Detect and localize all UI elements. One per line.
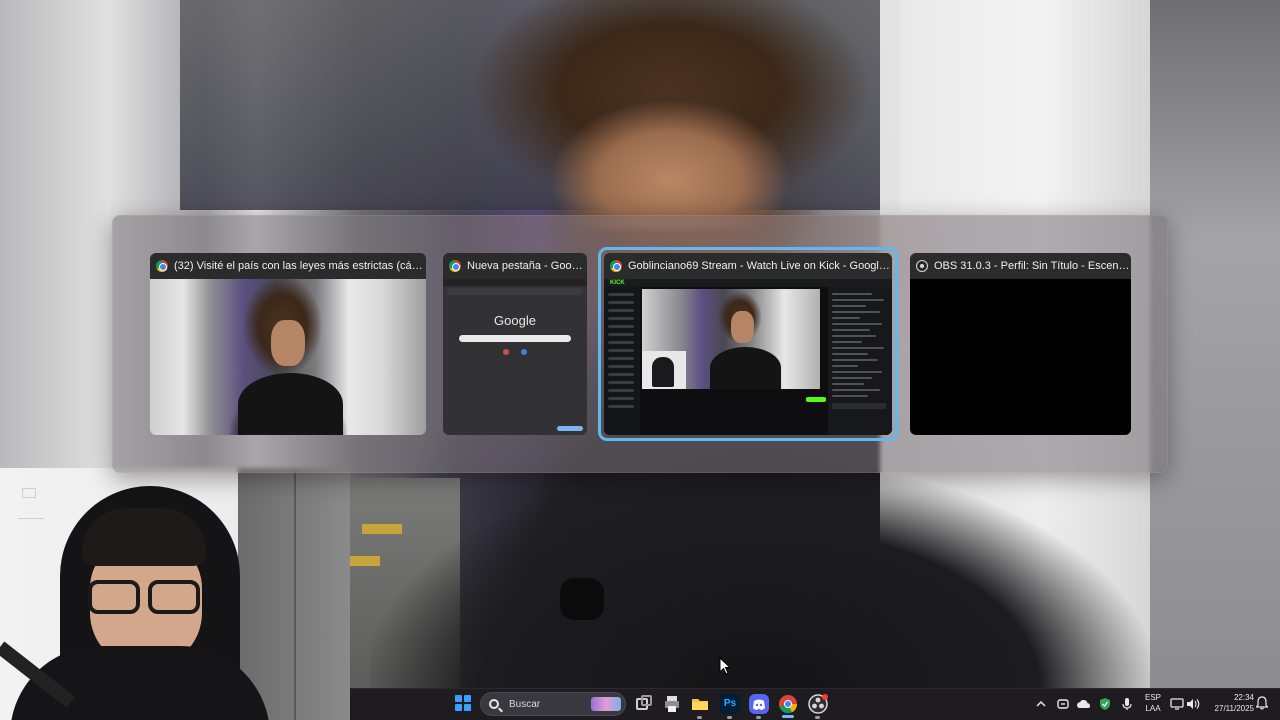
volume-icon[interactable] <box>1185 693 1201 715</box>
discord-icon[interactable] <box>749 694 769 714</box>
thumbnail-tab-bar <box>443 279 587 286</box>
search-icon <box>489 699 499 709</box>
network-icon[interactable] <box>1169 693 1185 715</box>
kick-chat <box>828 287 892 435</box>
file-explorer-icon[interactable] <box>690 694 710 714</box>
thumbnail-body <box>238 372 344 435</box>
running-indicator <box>815 716 820 719</box>
notification-bell-icon[interactable] <box>1255 696 1269 710</box>
customize-chrome-button <box>557 426 583 431</box>
window-thumbnail: KICK <box>604 279 892 435</box>
lapel-microphone <box>560 578 604 620</box>
window-thumbnail <box>150 279 426 435</box>
switcher-window-kick-stream[interactable]: Goblinciano69 Stream - Watch Live on Kic… <box>598 247 898 441</box>
language-code: ESP <box>1144 693 1161 702</box>
chrome-icon[interactable] <box>778 694 798 714</box>
thumbnail-address-bar <box>447 288 583 295</box>
wall-right <box>1150 0 1280 688</box>
clock-time: 22:34 <box>1233 693 1254 702</box>
window-title: Nueva pestaña - Google Chr... <box>467 260 587 272</box>
clock[interactable]: 22:34 27/11/2025 <box>1200 692 1254 714</box>
google-logo: Google <box>494 313 536 328</box>
pillar-left <box>0 0 110 470</box>
mouse-cursor-icon <box>719 656 732 675</box>
chrome-icon <box>449 260 461 272</box>
glasses-lens-right <box>148 580 200 614</box>
person-face <box>550 90 790 230</box>
google-search-bar <box>459 335 571 342</box>
kick-video-face <box>731 311 755 343</box>
kick-thumbnail: KICK <box>604 279 892 435</box>
microphone-icon[interactable] <box>1119 693 1135 715</box>
running-indicator <box>756 716 761 719</box>
kick-stream-info <box>642 391 820 417</box>
security-icon[interactable] <box>1097 693 1113 715</box>
obs-icon <box>916 260 928 272</box>
kick-webcam <box>642 351 686 389</box>
task-view-icon[interactable] <box>634 694 654 714</box>
person-shirt <box>370 470 1150 688</box>
chrome-icon <box>610 260 622 272</box>
streamer-hair <box>82 508 206 566</box>
active-app-indicator <box>782 715 794 718</box>
video-thumbnail <box>150 279 426 435</box>
window-thumbnail <box>910 279 1131 435</box>
shortcut-icon <box>503 349 509 355</box>
printer-icon[interactable] <box>662 694 682 714</box>
windows-start-icon[interactable] <box>455 695 471 711</box>
desktop-screen: (32) Visité el país con las leyes más es… <box>0 0 1280 720</box>
search-placeholder: Buscar <box>509 698 541 710</box>
window-titlebar: Nueva pestaña - Google Chr... <box>443 253 587 279</box>
wall-line <box>18 518 44 519</box>
keyboard-layout: LAA <box>1145 704 1161 713</box>
thumbnail-face <box>271 319 305 367</box>
window-thumbnail: Google <box>443 279 587 435</box>
cabinet-line <box>294 468 296 720</box>
glasses-lens-left <box>88 580 140 614</box>
window-title: Goblinciano69 Stream - Watch Live on Kic… <box>628 260 892 272</box>
taskbar-search-box[interactable]: Buscar <box>480 692 626 716</box>
running-indicator <box>697 716 702 719</box>
kick-sidebar <box>604 287 640 435</box>
chrome-icon <box>156 260 168 272</box>
kick-logo: KICK <box>610 280 625 286</box>
notification-badge <box>822 694 828 700</box>
window-title: OBS 31.0.3 - Perfil: Sin Título - Escena… <box>934 260 1131 272</box>
window-titlebar: OBS 31.0.3 - Perfil: Sin Título - Escena… <box>910 253 1131 279</box>
obs-thumbnail <box>910 279 1131 435</box>
shortcut-icon <box>521 349 527 355</box>
streamer-glasses <box>86 580 204 616</box>
chevron-up-icon[interactable] <box>1034 693 1048 715</box>
switcher-window-youtube[interactable]: (32) Visité el país con las leyes más es… <box>150 253 426 435</box>
kick-topbar <box>604 279 892 287</box>
onedrive-icon[interactable] <box>1076 693 1092 715</box>
kick-follow-button <box>806 397 826 402</box>
language-indicator[interactable]: ESP LAA <box>1140 692 1166 714</box>
sync-icon[interactable] <box>1055 693 1071 715</box>
switcher-window-obs[interactable]: OBS 31.0.3 - Perfil: Sin Título - Escena… <box>910 253 1131 435</box>
switcher-window-new-tab[interactable]: Nueva pestaña - Google Chr... Google <box>443 253 587 435</box>
window-inner: Goblinciano69 Stream - Watch Live on Kic… <box>604 253 892 435</box>
window-titlebar: Goblinciano69 Stream - Watch Live on Kic… <box>604 253 892 279</box>
kick-video-body <box>709 347 781 389</box>
photoshop-icon[interactable]: Ps <box>720 694 740 714</box>
running-indicator <box>727 716 732 719</box>
kick-webcam-person <box>652 357 674 387</box>
search-highlight-icon <box>591 697 621 711</box>
webcam-overlay <box>0 468 350 720</box>
window-titlebar: (32) Visité el país con las leyes más es… <box>150 253 426 279</box>
wall-switch <box>22 488 36 498</box>
window-title: (32) Visité el país con las leyes más es… <box>174 260 426 272</box>
clock-date: 27/11/2025 <box>1214 704 1254 713</box>
new-tab-thumbnail: Google <box>443 279 587 435</box>
